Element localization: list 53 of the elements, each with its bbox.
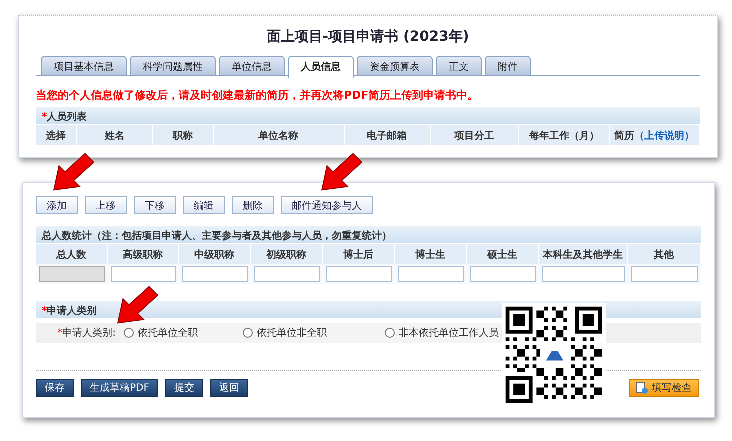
input-field[interactable] <box>542 266 625 282</box>
tab[interactable]: 项目基本信息 <box>41 56 127 75</box>
input-field[interactable] <box>470 266 536 282</box>
toolbar-button[interactable]: 编辑 <box>183 196 225 214</box>
check-button[interactable]: 填写检查 <box>629 379 699 397</box>
column-header: 每年工作（月） <box>519 125 610 145</box>
tab[interactable]: 正文 <box>436 56 482 75</box>
page-title: 面上项目-项目申请书 (2023年) <box>266 28 470 46</box>
radio-button[interactable] <box>385 328 395 338</box>
required-mark: * <box>58 328 63 339</box>
arrow-icon <box>116 285 160 325</box>
column-header: 选择 <box>36 125 78 145</box>
tab[interactable]: 附件 <box>485 56 531 75</box>
arrow-icon <box>320 152 364 192</box>
tab[interactable]: 科学问题属性 <box>130 56 216 75</box>
required-mark: * <box>42 112 48 123</box>
action-button[interactable]: 保存 <box>36 379 74 397</box>
input-field[interactable] <box>182 266 248 282</box>
action-button[interactable]: 提交 <box>165 379 204 397</box>
tab[interactable]: 单位信息 <box>219 56 285 75</box>
action-button[interactable]: 返回 <box>210 379 248 397</box>
column-header: 姓名 <box>77 125 154 145</box>
column-header: 职称 <box>153 125 214 145</box>
arrow-icon <box>52 152 96 192</box>
section-title: 人员列表 <box>47 112 88 123</box>
toolbar-button[interactable]: 下移 <box>134 196 176 214</box>
column-header: 电子邮箱 <box>344 125 431 145</box>
radio-button[interactable] <box>124 328 134 338</box>
toolbar-button[interactable]: 邮件通知参与人 <box>281 196 373 214</box>
input-field[interactable] <box>326 266 392 282</box>
tab[interactable]: 资金预算表 <box>357 56 433 75</box>
notice-text: 当您的个人信息做了修改后，请及时创建最新的简历，并再次将PDF简历上传到申请书中。 <box>36 88 480 103</box>
column-header: 单位名称 <box>214 125 345 145</box>
radio-label[interactable]: 非本依托单位工作人员 <box>399 326 499 340</box>
input-field[interactable] <box>631 266 698 282</box>
radio-label[interactable]: 依托单位非全职 <box>257 326 327 340</box>
input-field[interactable] <box>254 266 320 282</box>
field-label: 申请人类别: <box>62 328 116 339</box>
column-header: 简历（上传说明） <box>610 125 700 145</box>
section-title: 申请人类别 <box>47 306 98 317</box>
radio-button[interactable] <box>243 328 253 338</box>
toolbar-button[interactable]: 添加 <box>36 196 78 214</box>
radio-label[interactable]: 依托单位全职 <box>138 326 198 340</box>
toolbar-button[interactable]: 删除 <box>232 196 274 214</box>
column-header: 项目分工 <box>430 125 520 145</box>
section-title: 总人数统计（注：包括项目申请人、主要参与者及其他参与人员，勿重复统计） <box>42 231 392 242</box>
input-field[interactable] <box>111 266 176 282</box>
tab[interactable]: 人员信息 <box>288 56 354 78</box>
toolbar-button[interactable]: 上移 <box>85 196 127 214</box>
input-field[interactable] <box>398 266 464 282</box>
required-mark: * <box>42 306 48 317</box>
document-icon <box>636 382 649 394</box>
action-button[interactable]: 生成草稿PDF <box>81 379 158 397</box>
